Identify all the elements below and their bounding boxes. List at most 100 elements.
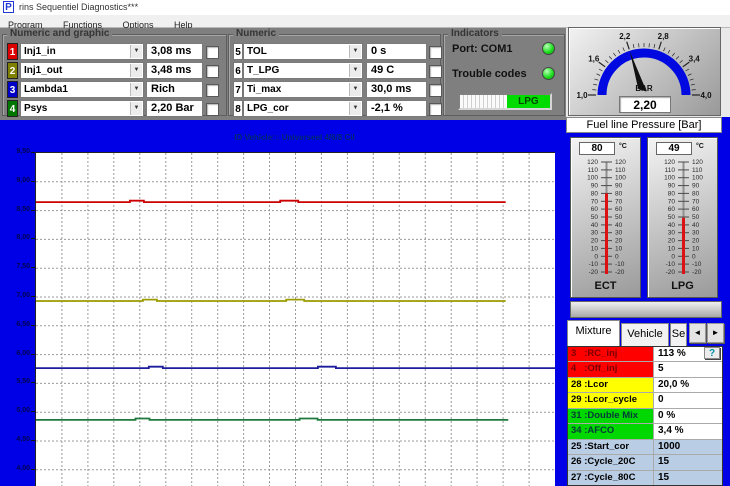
channel-value: 3,48 ms bbox=[146, 62, 203, 79]
lpg-toggle[interactable]: LPG bbox=[458, 93, 552, 110]
tab-mixture[interactable]: Mixture bbox=[567, 320, 620, 346]
y-axis-tick-label: 5,50 bbox=[2, 378, 30, 385]
param-label: 26 :Cycle_20C bbox=[568, 455, 654, 469]
channel-value: -2,1 % bbox=[366, 100, 427, 117]
channel-name: LPG_cor bbox=[247, 103, 289, 114]
window-title: rins Sequentiel Diagnostics*** bbox=[19, 2, 138, 12]
channel-select[interactable]: Inj1_out▼ bbox=[20, 62, 144, 79]
chevron-down-icon[interactable]: ▼ bbox=[349, 45, 361, 58]
svg-text:BAR: BAR bbox=[635, 84, 653, 93]
table-row[interactable]: 27 :Cycle_80C15 bbox=[568, 471, 722, 485]
app-logo-icon: P bbox=[3, 1, 14, 13]
numeric-graphic-group: Numeric and graphic 1 Inj1_in▼ 3,08 ms 2… bbox=[2, 34, 227, 116]
group-title: Numeric and graphic bbox=[7, 28, 112, 39]
channel-row-2: 2 Inj1_out▼ 3,48 ms bbox=[3, 62, 226, 79]
thermometer-value: 80 bbox=[579, 142, 615, 155]
chevron-down-icon[interactable]: ▼ bbox=[349, 83, 361, 96]
svg-text:30: 30 bbox=[615, 230, 623, 237]
channel-value: 2,20 Bar bbox=[146, 100, 203, 117]
channel-select[interactable]: Psys▼ bbox=[20, 100, 144, 117]
y-axis-tick-label: 4,50 bbox=[2, 436, 30, 443]
thermometer-value: 49 bbox=[656, 142, 692, 155]
svg-text:60: 60 bbox=[692, 206, 700, 213]
svg-text:70: 70 bbox=[591, 198, 599, 205]
svg-text:-10: -10 bbox=[589, 261, 599, 268]
chart-title: ID Vehicle□: Universeel 4/6/8 Cil bbox=[35, 133, 554, 142]
svg-text:50: 50 bbox=[692, 214, 700, 221]
channel-checkbox[interactable] bbox=[429, 65, 442, 78]
tab-scroll-left-icon[interactable]: ◄ bbox=[689, 323, 706, 343]
svg-text:-20: -20 bbox=[615, 269, 625, 276]
table-row[interactable]: 3 :RC_inj113 %? bbox=[568, 347, 722, 362]
channel-checkbox[interactable] bbox=[206, 65, 219, 78]
svg-text:1,6: 1,6 bbox=[588, 55, 600, 64]
channel-value: 0 s bbox=[366, 43, 427, 60]
table-row[interactable]: 4 :Off_inj5 bbox=[568, 362, 722, 377]
svg-text:110: 110 bbox=[615, 167, 626, 174]
svg-text:40: 40 bbox=[668, 222, 676, 229]
chevron-down-icon[interactable]: ▼ bbox=[130, 64, 142, 77]
channel-select[interactable]: TOL ▼ bbox=[243, 43, 363, 60]
tab-vehicle[interactable]: Vehicle bbox=[621, 323, 669, 346]
table-row[interactable]: 25 :Start_cor1000 bbox=[568, 440, 722, 455]
channel-select[interactable]: Lambda1▼ bbox=[20, 81, 144, 98]
chevron-down-icon[interactable]: ▼ bbox=[130, 83, 142, 96]
svg-text:-20: -20 bbox=[666, 269, 676, 276]
toggle-handle[interactable] bbox=[460, 95, 507, 108]
svg-text:60: 60 bbox=[668, 206, 676, 213]
svg-text:90: 90 bbox=[668, 183, 676, 190]
channel-select[interactable]: Ti_max ▼ bbox=[243, 81, 363, 98]
param-value: 20,0 % bbox=[654, 378, 722, 392]
channel-name: Inj1_in bbox=[24, 46, 56, 57]
table-row[interactable]: 31 :Double Mix0 % bbox=[568, 409, 722, 424]
chart-plot-area bbox=[35, 152, 555, 486]
svg-text:40: 40 bbox=[591, 222, 599, 229]
chevron-down-icon[interactable]: ▼ bbox=[349, 64, 361, 77]
channel-name: Ti_max bbox=[247, 84, 281, 95]
channel-checkbox[interactable] bbox=[206, 103, 219, 116]
svg-text:110: 110 bbox=[692, 167, 703, 174]
channel-checkbox[interactable] bbox=[206, 84, 219, 97]
title-bar: P rins Sequentiel Diagnostics*** bbox=[0, 0, 730, 15]
channel-select[interactable]: T_LPG ▼ bbox=[243, 62, 363, 79]
table-row[interactable]: 28 :Lcor20,0 % bbox=[568, 378, 722, 393]
svg-text:0: 0 bbox=[692, 253, 696, 260]
table-row[interactable]: 29 :Lcor_cycle0 bbox=[568, 393, 722, 408]
tab-settings[interactable]: Se bbox=[670, 323, 687, 346]
channel-row-6: 6 T_LPG▼ 49 C bbox=[229, 62, 440, 79]
port-led-icon bbox=[542, 42, 555, 55]
channel-checkbox[interactable] bbox=[206, 46, 219, 59]
chevron-down-icon[interactable]: ▼ bbox=[130, 45, 142, 58]
channel-select[interactable]: LPG_cor ▼ bbox=[243, 100, 363, 117]
channel-row-7: 7 Ti_max▼ 30,0 ms bbox=[229, 81, 440, 98]
channel-number: 6 bbox=[233, 62, 243, 79]
channel-checkbox[interactable] bbox=[429, 103, 442, 116]
svg-text:4,0: 4,0 bbox=[700, 91, 712, 100]
channel-name: T_LPG bbox=[247, 65, 279, 76]
channel-name: TOL bbox=[247, 46, 267, 57]
param-value: 0 bbox=[654, 393, 722, 407]
chevron-down-icon[interactable]: ▼ bbox=[130, 102, 142, 115]
svg-text:70: 70 bbox=[692, 198, 700, 205]
svg-text:10: 10 bbox=[591, 245, 599, 252]
channel-checkbox[interactable] bbox=[429, 46, 442, 59]
tab-scroll-right-icon[interactable]: ► bbox=[707, 323, 724, 343]
table-row[interactable]: 34 :AFCO3,4 % bbox=[568, 424, 722, 439]
svg-text:120: 120 bbox=[587, 159, 598, 166]
svg-text:-10: -10 bbox=[666, 261, 676, 268]
svg-text:120: 120 bbox=[615, 159, 626, 166]
help-button[interactable]: ? bbox=[704, 347, 720, 359]
svg-text:80: 80 bbox=[591, 190, 599, 197]
table-row[interactable]: 26 :Cycle_20C15 bbox=[568, 455, 722, 470]
svg-text:110: 110 bbox=[588, 167, 599, 174]
chevron-down-icon[interactable]: ▼ bbox=[349, 102, 361, 115]
channel-select[interactable]: Inj1_in ▼ bbox=[20, 43, 144, 60]
pressure-gauge: 1,01,62,22,83,44,0BAR 2,20 bbox=[568, 27, 721, 116]
channel-checkbox[interactable] bbox=[429, 84, 442, 97]
svg-text:70: 70 bbox=[668, 198, 676, 205]
numeric-group: Numeric 5 TOL▼ 0 s 6 T_LPG▼ 49 C 7 Ti_ma… bbox=[228, 34, 441, 116]
svg-text:110: 110 bbox=[665, 167, 676, 174]
channel-row-8: 8 LPG_cor▼ -2,1 % bbox=[229, 100, 440, 117]
y-axis-tick-label: 7,50 bbox=[2, 263, 30, 270]
svg-text:-20: -20 bbox=[589, 269, 599, 276]
